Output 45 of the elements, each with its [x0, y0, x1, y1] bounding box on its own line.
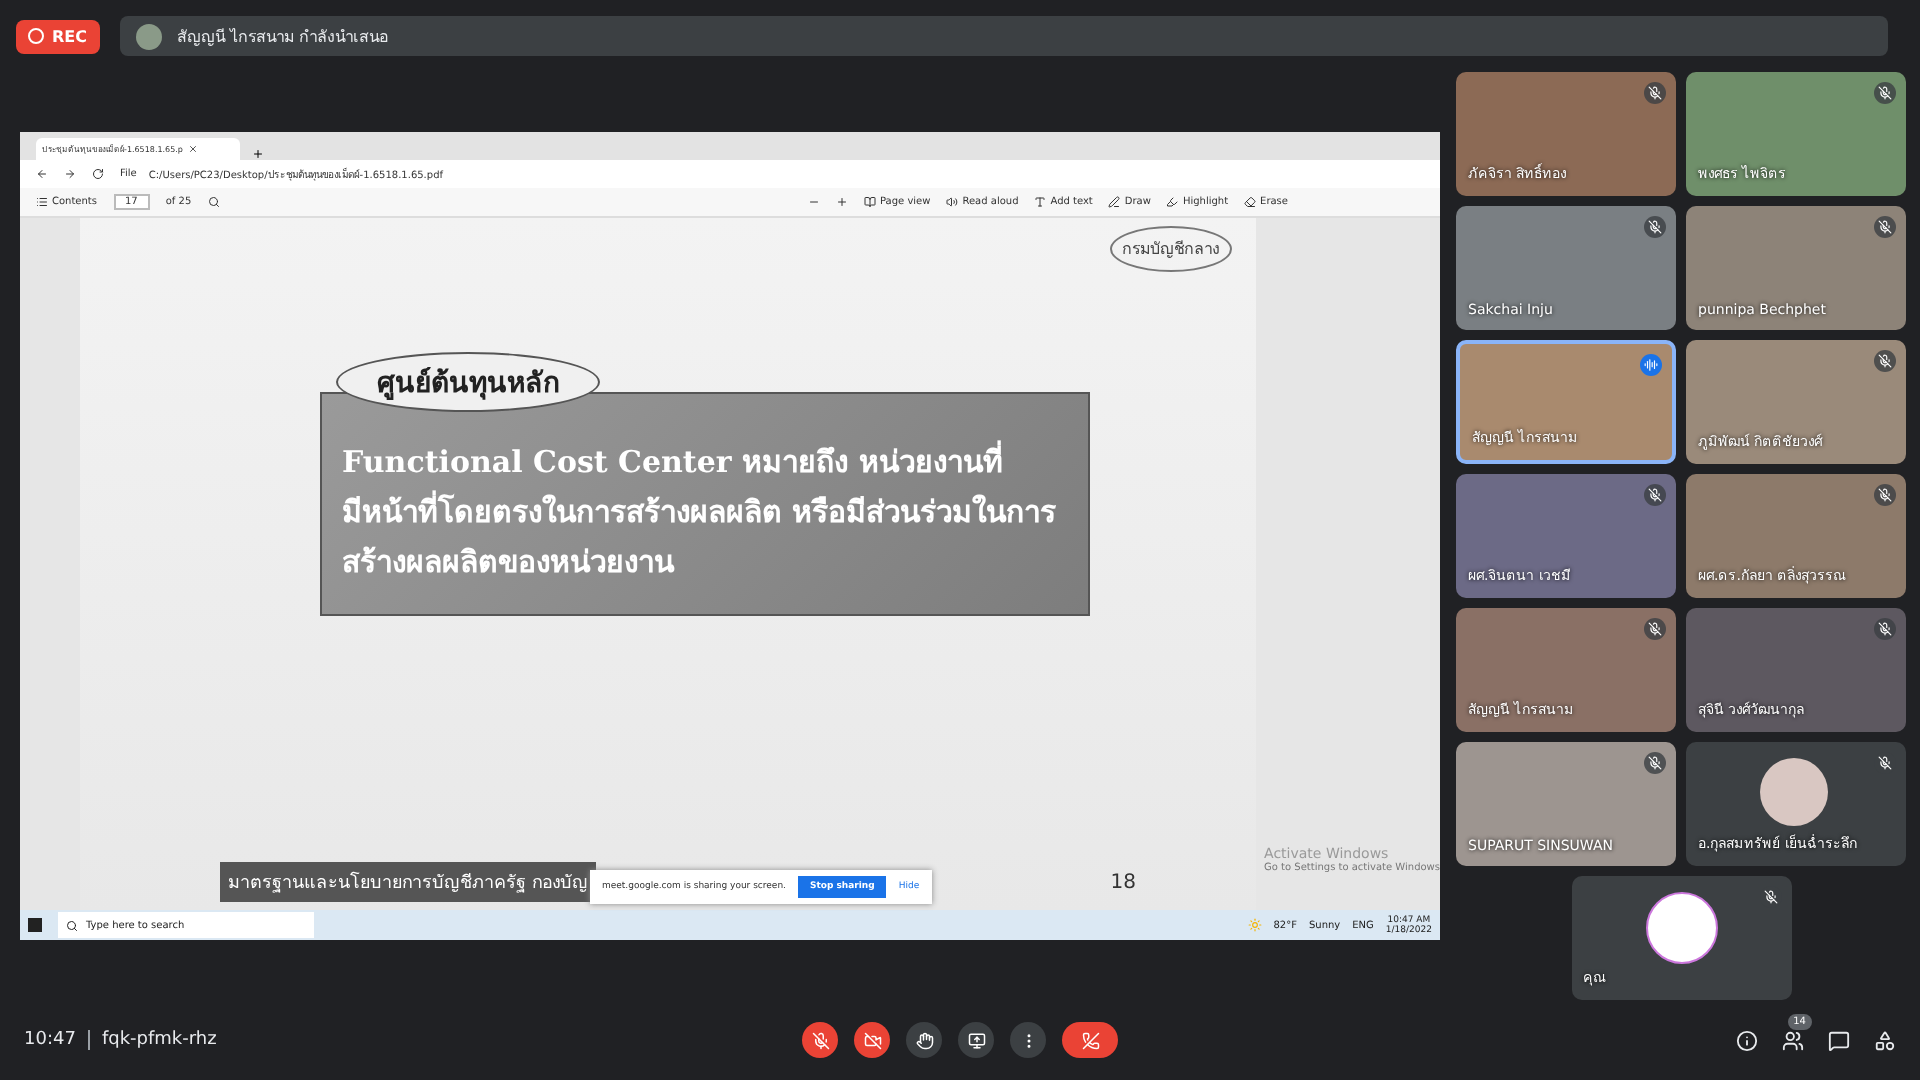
zoom-in-icon[interactable] — [836, 196, 849, 208]
back-icon[interactable] — [36, 168, 48, 180]
reload-icon[interactable] — [92, 168, 104, 180]
page-view-icon — [864, 196, 877, 208]
speaking-icon — [1640, 354, 1662, 376]
footer-text: มาตรฐานและนโยบายการบัญชีภาครัฐ กองบัญ — [220, 862, 596, 902]
read-aloud-icon — [946, 196, 959, 208]
record-icon — [28, 28, 44, 44]
rec-label: REC — [52, 27, 87, 45]
slide-heading: ศูนย์ต้นทุนหลัก — [336, 352, 600, 412]
avatar-placeholder — [1760, 758, 1828, 826]
chat-button[interactable] — [1828, 1029, 1850, 1051]
search-icon — [66, 919, 78, 931]
present-button[interactable] — [958, 1022, 994, 1058]
windows-start-icon[interactable] — [28, 918, 42, 932]
raise-hand-button[interactable] — [906, 1022, 942, 1058]
meeting-code: fqk-pfmk-rhz — [87, 1030, 217, 1050]
highlighter-icon — [1166, 196, 1179, 208]
camera-off-icon — [863, 1031, 881, 1049]
logo-avatar — [1645, 892, 1717, 964]
meeting-time: 10:47 — [24, 1030, 76, 1050]
add-text-icon — [1034, 196, 1047, 208]
camera-button[interactable] — [854, 1022, 890, 1058]
pen-icon — [1108, 196, 1121, 208]
more-options-button[interactable] — [1010, 1022, 1046, 1058]
hang-up-icon — [1081, 1031, 1099, 1049]
avatar-icon — [135, 23, 161, 49]
mic-off-icon — [811, 1031, 829, 1049]
sun-icon — [1247, 918, 1262, 932]
hand-icon — [915, 1031, 933, 1049]
presenter-text: สัญญนี ไกรสนาม กำลังนำเสนอ — [177, 25, 390, 49]
info-button[interactable] — [1736, 1029, 1758, 1051]
list-icon — [36, 196, 48, 208]
forward-icon[interactable] — [64, 168, 76, 180]
leave-call-button[interactable] — [1062, 1022, 1118, 1058]
microphone-button[interactable] — [802, 1022, 838, 1058]
zoom-out-icon[interactable] — [808, 196, 821, 208]
activities-button[interactable] — [1874, 1029, 1896, 1051]
stamp-text: กรมบัญชีกลาง — [1110, 226, 1233, 272]
people-button[interactable] — [1782, 1029, 1804, 1051]
search-icon[interactable] — [207, 196, 220, 208]
page-number: 18 — [1110, 871, 1137, 893]
present-screen-icon — [967, 1031, 985, 1049]
new-tab-icon[interactable] — [252, 148, 264, 160]
eraser-icon — [1244, 196, 1257, 208]
